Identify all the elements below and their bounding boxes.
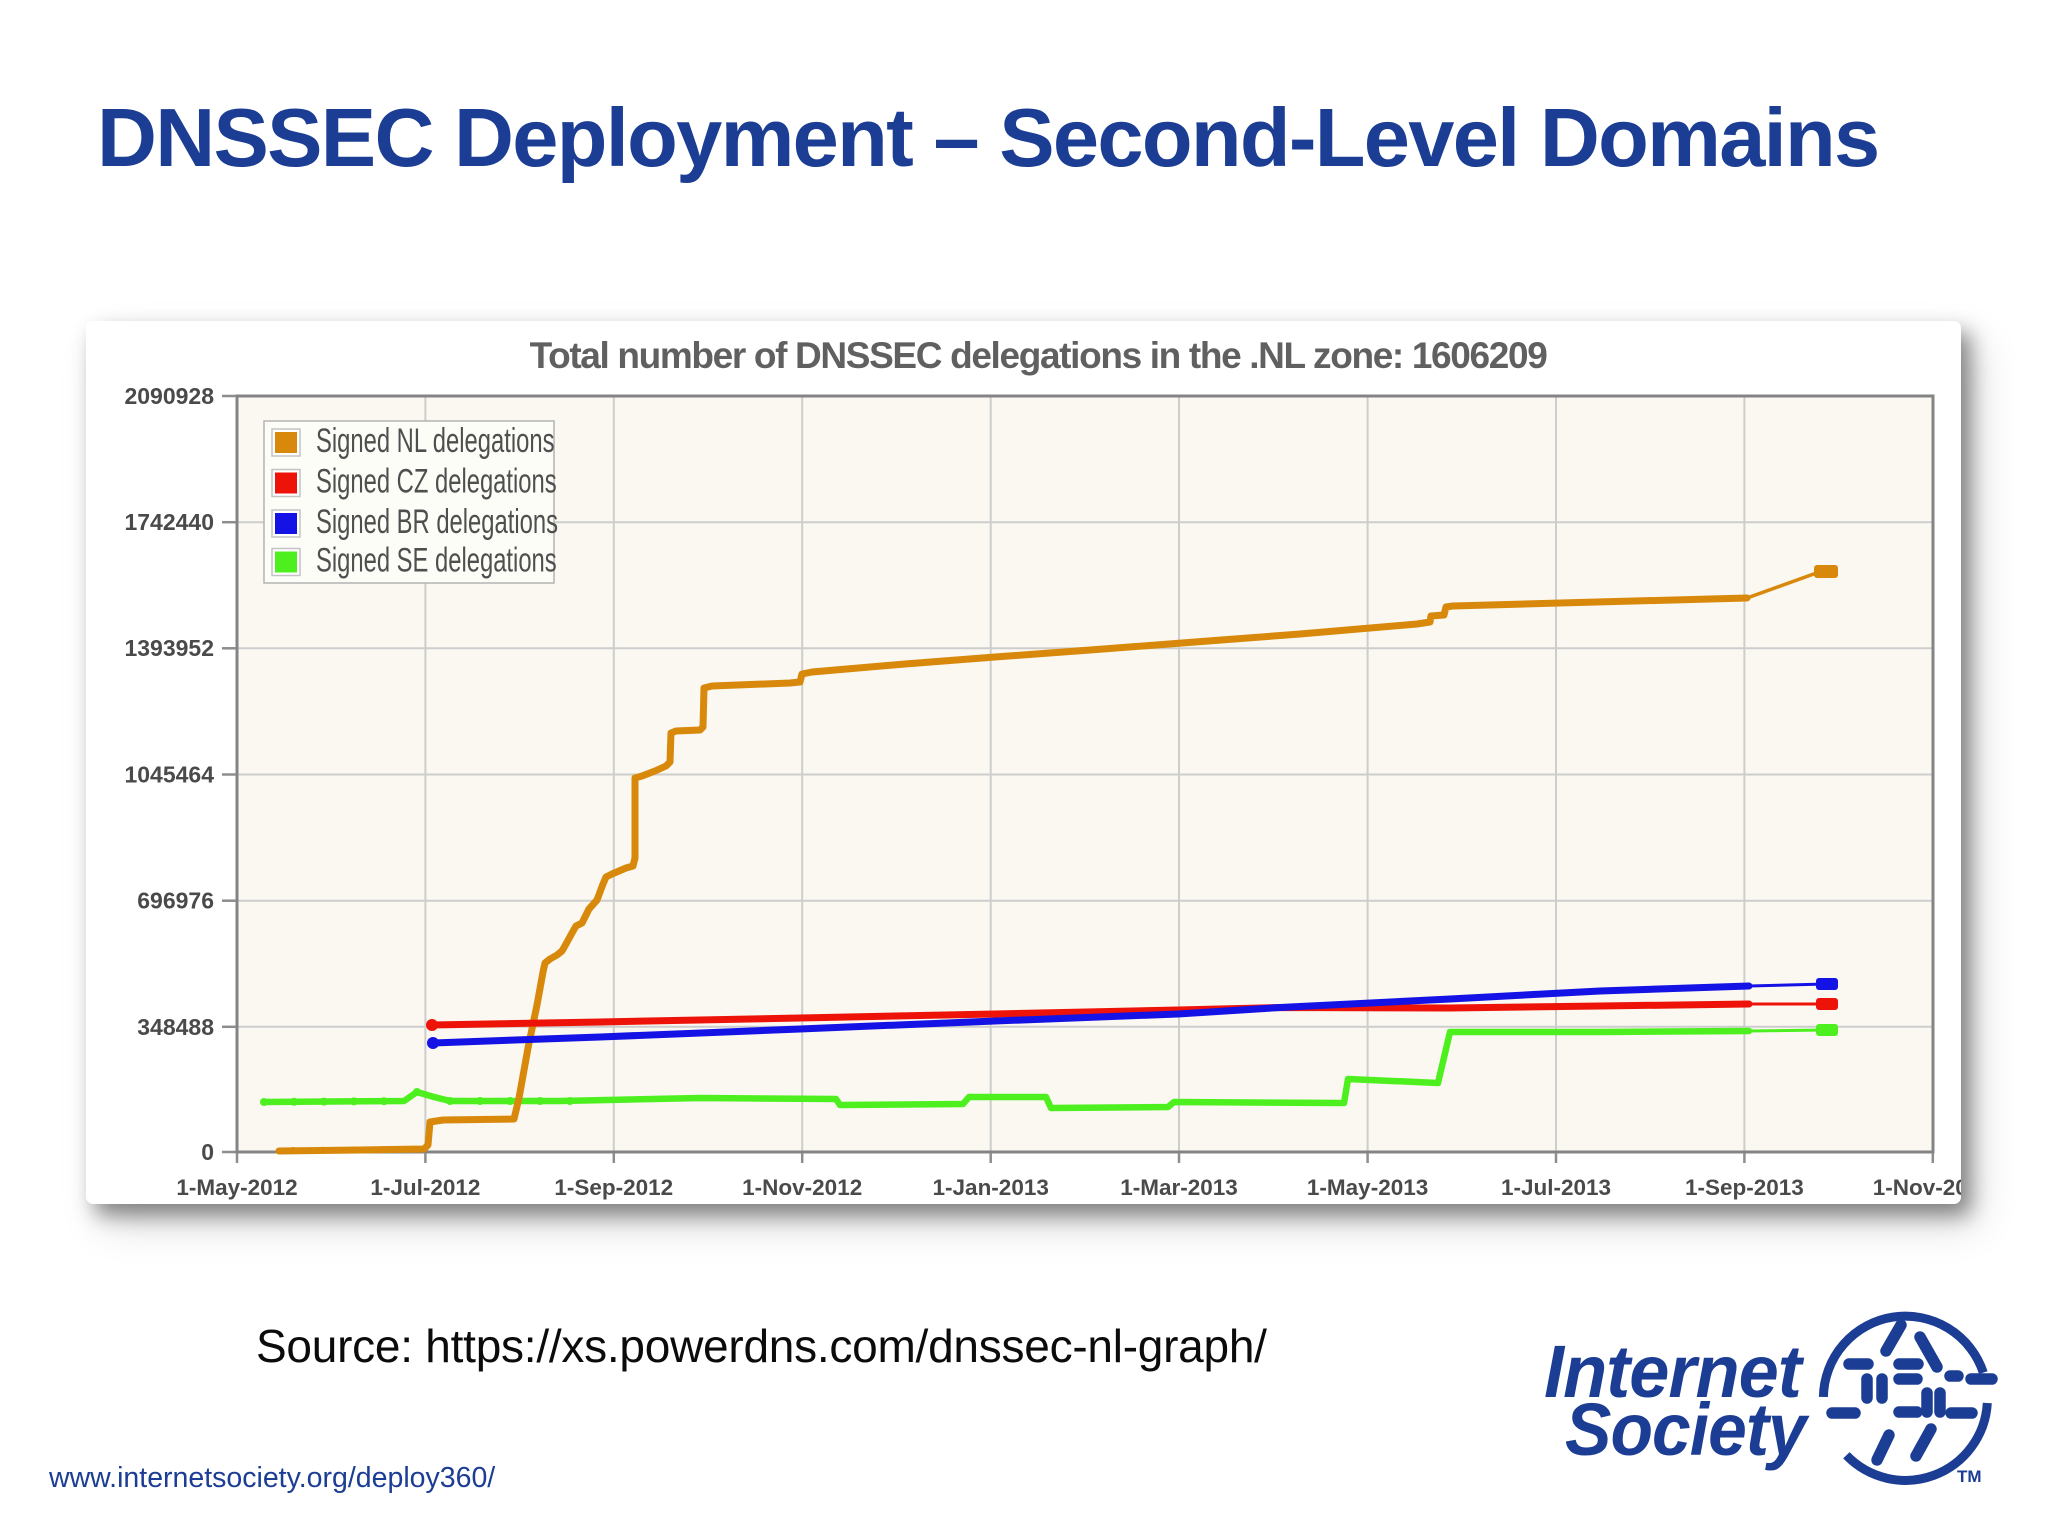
svg-text:1-Nov-2013: 1-Nov-2013 xyxy=(1873,1175,1961,1200)
svg-text:1045464: 1045464 xyxy=(124,762,214,788)
svg-text:696976: 696976 xyxy=(137,888,214,914)
svg-text:1-Nov-2012: 1-Nov-2012 xyxy=(742,1175,862,1200)
svg-text:1-May-2012: 1-May-2012 xyxy=(176,1175,297,1200)
svg-text:Signed CZ delegations: Signed CZ delegations xyxy=(316,462,557,500)
svg-text:TM: TM xyxy=(1957,1467,1982,1486)
svg-text:1-Jul-2013: 1-Jul-2013 xyxy=(1501,1175,1611,1200)
svg-text:1-May-2013: 1-May-2013 xyxy=(1307,1175,1428,1200)
svg-text:Society: Society xyxy=(1565,1389,1810,1471)
svg-text:Signed NL delegations: Signed NL delegations xyxy=(316,422,554,460)
svg-text:1-Sep-2012: 1-Sep-2012 xyxy=(554,1175,673,1200)
svg-text:Signed SE delegations: Signed SE delegations xyxy=(316,541,557,579)
svg-text:348488: 348488 xyxy=(137,1014,214,1040)
svg-text:1-Jul-2012: 1-Jul-2012 xyxy=(370,1175,480,1200)
svg-text:Signed BR delegations: Signed BR delegations xyxy=(316,503,558,541)
svg-text:1393952: 1393952 xyxy=(124,635,214,661)
svg-text:1-Jan-2013: 1-Jan-2013 xyxy=(933,1175,1049,1200)
svg-text:2090928: 2090928 xyxy=(124,383,214,409)
svg-text:0: 0 xyxy=(201,1139,214,1165)
svg-text:1-Sep-2013: 1-Sep-2013 xyxy=(1685,1175,1804,1200)
svg-text:1742440: 1742440 xyxy=(124,509,214,535)
svg-text:Total number of DNSSEC delegat: Total number of DNSSEC delegations in th… xyxy=(530,335,1548,376)
svg-text:1-Mar-2013: 1-Mar-2013 xyxy=(1120,1175,1238,1200)
